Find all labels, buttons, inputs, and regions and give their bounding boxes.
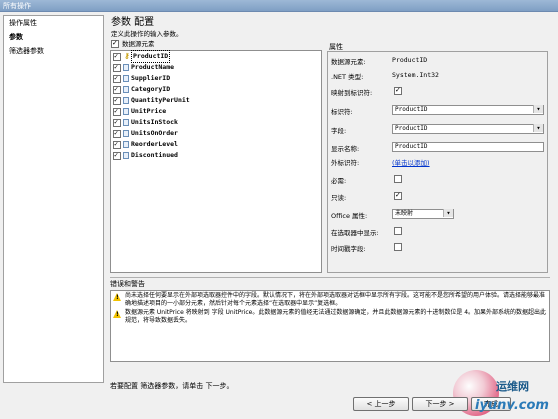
field-row[interactable]: UnitsInStock xyxy=(111,117,321,128)
nav-item-action-properties[interactable]: 操作属性 xyxy=(4,16,103,30)
field-checkbox[interactable] xyxy=(113,118,121,127)
identifier-label: 标识符: xyxy=(331,108,353,116)
element-label: 数据源元素: xyxy=(331,58,366,66)
field-row[interactable]: UnitsOnOrder xyxy=(111,128,321,139)
field-name: CategoryID xyxy=(131,85,171,93)
readonly-checkbox[interactable] xyxy=(394,191,402,200)
nav-item-parameters[interactable]: 参数 xyxy=(4,30,103,44)
field-checkbox[interactable] xyxy=(113,74,121,83)
foreign-identifier-link[interactable]: (单击以添加) xyxy=(392,157,430,167)
readonly-label: 只读: xyxy=(331,194,347,202)
field-icon xyxy=(123,64,129,71)
field-icon xyxy=(123,141,129,148)
field-checkbox[interactable] xyxy=(113,96,121,105)
field-name: SupplierID xyxy=(131,74,171,82)
field-label: 字段: xyxy=(331,127,347,135)
warning-item: 数据源元素 UnitPrice 将映射到 字段 UnitPrice。此数据源元素… xyxy=(111,308,549,325)
field-icon xyxy=(123,108,129,115)
divider xyxy=(110,277,550,278)
field-select[interactable]: ProductID xyxy=(392,124,544,134)
field-checkbox[interactable] xyxy=(113,151,121,160)
field-checkbox[interactable] xyxy=(113,63,121,72)
source-elements-label: 数据源元素 xyxy=(122,40,155,48)
required-label: 必需: xyxy=(331,177,347,185)
page-subtitle: 定义此操作的输入参数。 xyxy=(111,30,183,38)
field-icon xyxy=(123,152,129,159)
field-row[interactable]: ProductName xyxy=(111,62,321,73)
field-name: ReorderLevel xyxy=(131,140,178,148)
foreign-identifier-label: 外标识符: xyxy=(331,159,360,167)
field-row[interactable]: Discontinued xyxy=(111,150,321,161)
window-title: 所有操作 xyxy=(0,0,558,12)
field-name: UnitPrice xyxy=(131,107,167,115)
field-row[interactable]: ⚷ProductID xyxy=(111,50,321,63)
field-row[interactable]: QuantityPerUnit xyxy=(111,95,321,106)
back-button[interactable]: < 上一步 xyxy=(353,397,409,411)
field-checkbox[interactable] xyxy=(113,107,121,116)
warning-text: 数据源元素 UnitPrice 将映射到 字段 UnitPrice。此数据源元素… xyxy=(125,309,547,324)
key-icon: ⚷ xyxy=(124,52,130,60)
field-icon xyxy=(123,97,129,104)
field-name: ProductID xyxy=(130,50,171,63)
source-element-list[interactable]: ⚷ProductIDProductName SupplierID CategoryI… xyxy=(110,50,322,273)
watermark-text-cn: 运维网 xyxy=(496,380,529,393)
warning-icon xyxy=(113,293,122,301)
page-title: 参数 配置 xyxy=(111,17,155,28)
required-checkbox[interactable] xyxy=(394,175,402,183)
show-in-picker-checkbox[interactable] xyxy=(394,227,402,235)
nav-item-filter-parameters[interactable]: 筛选器参数 xyxy=(4,44,103,58)
warnings-list[interactable]: 尚未选择任何要显示在外部项选取器控件中的字段。默认情况下，将在外部项选取器对话框… xyxy=(110,290,550,362)
source-elements-header[interactable]: 数据源元素 xyxy=(111,39,155,49)
field-row[interactable]: CategoryID xyxy=(111,84,321,95)
office-property-select[interactable]: 未映射 xyxy=(392,209,454,219)
field-checkbox[interactable] xyxy=(113,140,121,149)
field-checkbox[interactable] xyxy=(113,52,121,61)
field-icon xyxy=(123,75,129,82)
warning-icon xyxy=(113,310,122,318)
field-icon xyxy=(123,119,129,126)
properties-panel: 数据源元素: ProductID .NET 类型: System.Int32 映… xyxy=(327,51,548,273)
net-type-value: System.Int32 xyxy=(392,71,439,79)
field-row[interactable]: SupplierID xyxy=(111,73,321,84)
display-name-input[interactable]: ProductID xyxy=(392,142,544,152)
warning-text: 尚未选择任何要显示在外部项选取器控件中的字段。默认情况下，将在外部项选取器对话框… xyxy=(125,292,546,307)
timestamp-field-label: 时间戳字段: xyxy=(331,245,366,253)
display-name-label: 显示名称: xyxy=(331,145,360,153)
timestamp-field-checkbox[interactable] xyxy=(394,243,402,251)
field-name: QuantityPerUnit xyxy=(131,96,190,104)
map-identifier-label: 映射到标识符: xyxy=(331,89,373,97)
select-all-checkbox[interactable] xyxy=(111,39,119,48)
field-checkbox[interactable] xyxy=(113,129,121,138)
field-checkbox[interactable] xyxy=(113,85,121,94)
warning-item: 尚未选择任何要显示在外部项选取器控件中的字段。默认情况下，将在外部项选取器对话框… xyxy=(111,291,549,308)
field-name: ProductName xyxy=(131,63,175,71)
field-row[interactable]: UnitPrice xyxy=(111,106,321,117)
field-name: UnitsInStock xyxy=(131,118,178,126)
identifier-select[interactable]: ProductID xyxy=(392,105,544,115)
net-type-label: .NET 类型: xyxy=(331,73,364,81)
nav-pane: 操作属性 参数 筛选器参数 xyxy=(3,15,104,383)
warnings-title: 错误和警告 xyxy=(110,280,145,288)
field-name: UnitsOnOrder xyxy=(131,129,178,137)
next-button[interactable]: 下一步 > xyxy=(412,397,468,411)
show-in-picker-label: 在选取器中显示: xyxy=(331,229,379,237)
map-identifier-checkbox[interactable] xyxy=(394,86,402,95)
field-row[interactable]: ReorderLevel xyxy=(111,139,321,150)
field-name: Discontinued xyxy=(131,151,178,159)
watermark-text-en: iyunv.com xyxy=(475,398,549,413)
field-icon xyxy=(123,130,129,137)
next-step-hint: 若要配置 筛选器参数，请单击 下一步。 xyxy=(110,382,234,390)
element-value: ProductID xyxy=(392,56,428,64)
office-property-label: Office 属性: xyxy=(331,212,368,220)
field-icon xyxy=(123,86,129,93)
